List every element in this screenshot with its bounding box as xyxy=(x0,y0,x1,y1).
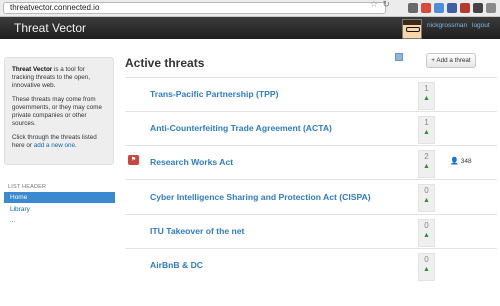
upvote-arrow-icon[interactable]: ▲ xyxy=(419,196,434,205)
reload-icon[interactable]: ↻ xyxy=(382,0,390,10)
extension-icon[interactable] xyxy=(447,3,457,13)
row-divider xyxy=(125,111,497,112)
avatar-glasses xyxy=(406,27,420,32)
add-threat-button[interactable]: + Add a threat xyxy=(426,53,476,68)
list-header: LIST HEADER xyxy=(8,184,47,190)
vote-box: 0 ▲ xyxy=(418,253,435,281)
alert-flag-icon: ⚑ xyxy=(128,155,139,165)
vote-box: 0 ▲ xyxy=(418,184,435,212)
vote-count: 0 xyxy=(424,186,429,195)
threat-title[interactable]: AirBnB & DC xyxy=(150,260,203,270)
sidebar-item-home[interactable]: Home xyxy=(4,192,115,203)
intro-box: Threat Vector is a tool for tracking thr… xyxy=(4,57,114,165)
avatar-hair xyxy=(403,20,421,25)
intro-text: . xyxy=(75,142,77,149)
threat-title[interactable]: Anti-Counterfeiting Trade Agreement (ACT… xyxy=(150,123,332,133)
upvote-arrow-icon[interactable]: ▲ xyxy=(419,265,434,274)
add-new-threat-link[interactable]: add a new one xyxy=(34,142,75,149)
extension-icon[interactable] xyxy=(473,3,483,13)
row-divider xyxy=(125,214,497,215)
intro-paragraph: Threat Vector is a tool for tracking thr… xyxy=(12,66,106,90)
watchers-number: 348 xyxy=(460,158,472,165)
url-field[interactable]: threatvector.connected.io xyxy=(3,2,386,14)
vote-box: 1 ▲ xyxy=(418,82,435,110)
row-divider xyxy=(125,248,497,249)
intro-paragraph: These threats may come from governments,… xyxy=(12,96,102,127)
intro-paragraph: Click through the threats listed here or… xyxy=(12,134,106,150)
logout-link[interactable]: logout xyxy=(472,22,490,29)
threat-title[interactable]: Research Works Act xyxy=(150,157,233,167)
person-icon: 👤 xyxy=(450,158,459,165)
bookmark-star-icon[interactable]: ☆ xyxy=(370,0,378,10)
sidebar-item-more[interactable]: ... xyxy=(4,215,115,226)
vote-count: 0 xyxy=(424,221,429,230)
vote-count: 1 xyxy=(424,118,429,127)
rss-icon[interactable] xyxy=(395,53,403,61)
avatar[interactable] xyxy=(402,19,422,39)
brand-logo-text[interactable]: Threat Vector xyxy=(14,21,86,35)
browser-extensions xyxy=(408,1,496,15)
threat-title[interactable]: Trans-Pacific Partnership (TPP) xyxy=(150,89,278,99)
extension-icon[interactable] xyxy=(460,3,470,13)
vote-box: 0 ▲ xyxy=(418,219,435,247)
extension-icon[interactable] xyxy=(434,3,444,13)
vote-count: 0 xyxy=(424,255,429,264)
menu-icon[interactable] xyxy=(486,3,496,13)
vote-box: 2 ▲ xyxy=(418,150,435,178)
row-divider xyxy=(125,77,497,78)
row-divider xyxy=(125,145,497,146)
vote-count: 1 xyxy=(424,84,429,93)
gmail-icon[interactable] xyxy=(421,3,431,13)
sidebar-item-library[interactable]: Library xyxy=(4,204,115,215)
app-header: Threat Vector xyxy=(0,17,500,39)
username-link[interactable]: nickgrossman xyxy=(427,22,467,29)
browser-url-bar: threatvector.connected.io ☆ ↻ xyxy=(0,0,500,17)
upvote-arrow-icon[interactable]: ▲ xyxy=(419,231,434,240)
row-divider xyxy=(125,179,497,180)
threat-title[interactable]: ITU Takeover of the net xyxy=(150,226,244,236)
upvote-arrow-icon[interactable]: ▲ xyxy=(419,94,434,103)
intro-brand: Threat Vector xyxy=(12,66,53,73)
upvote-arrow-icon[interactable]: ▲ xyxy=(419,128,434,137)
threat-title[interactable]: Cyber Intelligence Sharing and Protectio… xyxy=(150,192,371,202)
vote-box: 1 ▲ xyxy=(418,116,435,144)
page-title: Active threats xyxy=(125,56,205,70)
wrench-icon[interactable] xyxy=(408,3,418,13)
vote-count: 2 xyxy=(424,152,429,161)
watchers-count: 👤 348 xyxy=(450,157,472,165)
upvote-arrow-icon[interactable]: ▲ xyxy=(419,162,434,171)
